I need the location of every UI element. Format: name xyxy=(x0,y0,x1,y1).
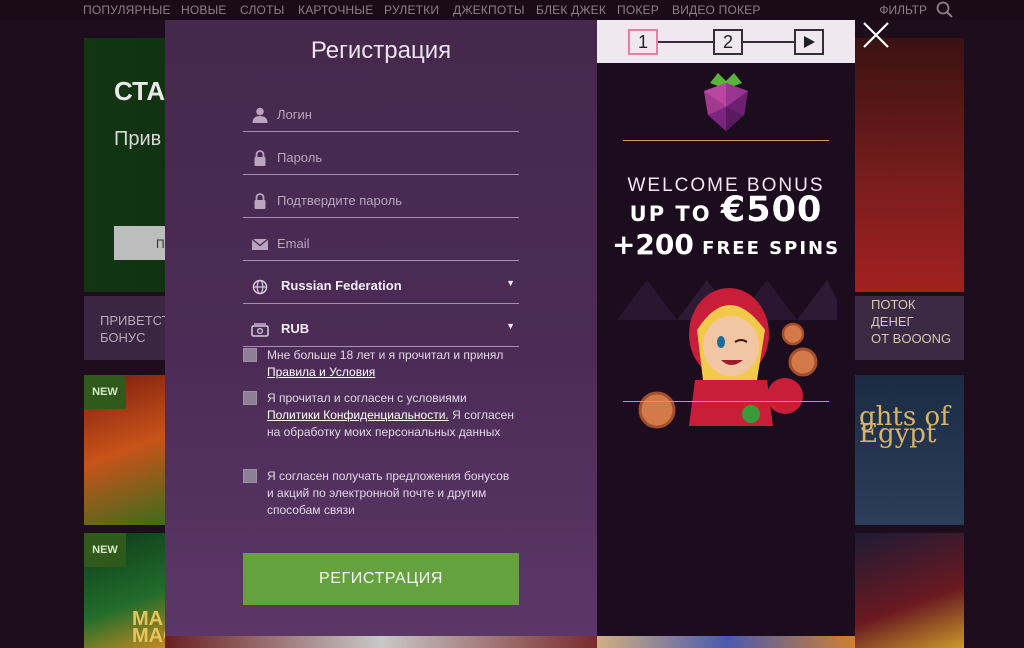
lock-icon xyxy=(254,193,266,209)
terms-link[interactable]: Правила и Условия xyxy=(267,365,375,379)
currency-icon xyxy=(251,323,269,337)
registration-form: Регистрация Логин Email Russian Federati… xyxy=(165,20,597,636)
play-icon xyxy=(804,36,815,48)
background-promo-subtitle: Прив xyxy=(114,128,162,150)
lock-icon xyxy=(254,150,266,166)
top-navigation: ПОПУЛЯРНЫЕ НОВЫЕ СЛОТЫ КАРТОЧНЫЕ РУЛЕТКИ… xyxy=(0,0,1024,20)
background-tile-strip xyxy=(597,636,855,648)
divider xyxy=(623,140,829,141)
nav-item-cards[interactable]: КАРТОЧНЫЕ xyxy=(298,3,373,17)
background-promo-photo xyxy=(854,38,964,292)
confirm-password-field xyxy=(243,175,519,218)
background-tile-bonus: ПРИВЕТСТ БОНУС xyxy=(84,296,166,360)
chevron-down-icon: ▼ xyxy=(506,278,515,288)
background-tile-egypt: ghts of Egypt xyxy=(855,375,964,525)
nav-item-poker[interactable]: ПОКЕР xyxy=(617,3,659,17)
divider xyxy=(623,401,829,402)
currency-select[interactable]: RUB ▼ xyxy=(243,304,519,347)
confirm-password-input[interactable] xyxy=(277,189,507,211)
nav-item-video-poker[interactable]: ВИДЕО ПОКЕР xyxy=(672,3,761,17)
close-icon[interactable] xyxy=(860,19,892,51)
nav-item-new[interactable]: НОВЫЕ xyxy=(181,3,227,17)
privacy-policy-link[interactable]: Политики Конфиденциальности. xyxy=(267,408,449,422)
offers-consent-label: Я согласен получать предложения бонусов … xyxy=(267,469,510,517)
raspberry-logo xyxy=(704,73,748,131)
background-tile-game-1: NEW xyxy=(84,375,166,525)
nav-item-blackjack[interactable]: БЛЕК ДЖЕК xyxy=(536,3,606,17)
free-spins: +200 FREE SPINS xyxy=(611,228,841,261)
privacy-consent-checkbox[interactable] xyxy=(243,391,257,405)
user-icon xyxy=(252,107,268,123)
privacy-consent-label: Я прочитал и согласен с условиями Полити… xyxy=(267,391,514,439)
bonus-amount: UP TO €500 xyxy=(629,190,823,230)
background-promo-heading: СТА xyxy=(114,76,166,106)
password-field xyxy=(243,132,519,175)
step-1: 1 xyxy=(628,29,658,55)
modal-title: Регистрация xyxy=(310,37,452,64)
nav-item-roulette[interactable]: РУЛЕТКИ xyxy=(384,3,439,17)
registration-modal: Регистрация Логин Email Russian Federati… xyxy=(165,20,855,636)
background-tile-game-3 xyxy=(855,533,964,648)
new-badge: NEW xyxy=(84,375,126,409)
offers-consent-checkbox[interactable] xyxy=(243,469,257,483)
age-consent-checkbox[interactable] xyxy=(243,348,257,362)
filter-link[interactable]: ФИЛЬТР xyxy=(879,3,927,17)
step-next[interactable] xyxy=(794,29,824,55)
nav-item-jackpots[interactable]: ДЖЕКПОТЫ xyxy=(453,3,525,17)
country-select[interactable]: Russian Federation ▼ xyxy=(243,261,519,304)
background-tile-strip xyxy=(165,636,597,648)
welcome-bonus-panel: 1 2 WELCOME BONUS UP TO €500 +200 FREE S… xyxy=(597,20,855,636)
globe-icon xyxy=(252,279,268,295)
mail-icon xyxy=(251,238,269,250)
country-value: Russian Federation xyxy=(281,278,402,293)
email-field xyxy=(243,218,519,261)
step-indicator: 1 2 xyxy=(597,20,855,63)
background-tile-potok: ПОТОК ДЕНЕГ ОТ BOOONG xyxy=(855,296,964,360)
login-field xyxy=(243,89,519,132)
search-icon[interactable] xyxy=(935,1,955,19)
nav-item-popular[interactable]: ПОПУЛЯРНЫЕ xyxy=(83,3,171,17)
age-consent-label: Мне больше 18 лет и я прочитал и принял … xyxy=(267,348,504,379)
mascot-illustration xyxy=(617,280,837,429)
step-2: 2 xyxy=(713,29,743,55)
login-input[interactable] xyxy=(277,103,507,125)
register-button[interactable]: РЕГИСТРАЦИЯ xyxy=(243,553,519,605)
nav-item-slots[interactable]: СЛОТЫ xyxy=(240,3,284,17)
email-input[interactable] xyxy=(277,232,507,254)
background-tile-game-2: NEW MA MAGIC xyxy=(84,533,166,648)
new-badge: NEW xyxy=(84,533,126,567)
chevron-down-icon: ▼ xyxy=(506,321,515,331)
currency-value: RUB xyxy=(281,321,310,336)
password-input[interactable] xyxy=(277,146,507,168)
